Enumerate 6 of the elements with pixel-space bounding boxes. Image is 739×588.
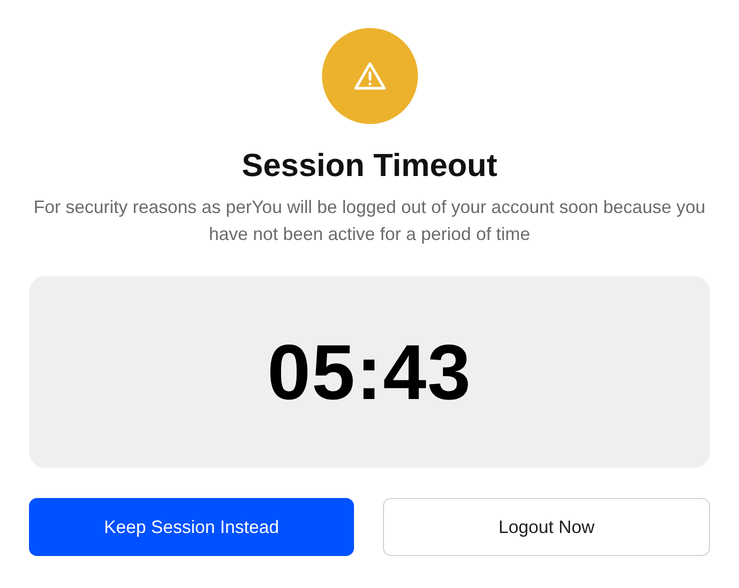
- keep-session-button[interactable]: Keep Session Instead: [29, 498, 354, 556]
- countdown-timer: 05:43: [267, 326, 472, 418]
- logout-button[interactable]: Logout Now: [383, 498, 710, 556]
- dialog-message: For security reasons as perYou will be logged out of your account soon because you have not been active for a period of time: [32, 196, 706, 246]
- dialog-title: Session Timeout: [242, 146, 498, 184]
- warning-icon: [352, 61, 386, 91]
